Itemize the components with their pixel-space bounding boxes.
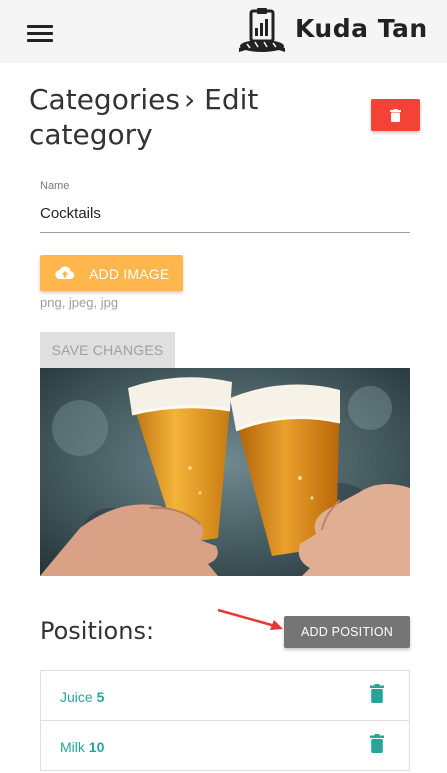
position-price: 10 — [88, 739, 105, 755]
positions-list: Juice 5 Milk 10 — [40, 670, 410, 771]
file-types-hint: png, jpeg, jpg — [40, 295, 119, 310]
category-image — [40, 368, 410, 576]
trash-icon — [390, 108, 401, 122]
position-name[interactable]: Milk 10 — [60, 739, 104, 755]
navbar: Kuda Tan — [0, 0, 447, 63]
list-item[interactable]: Milk 10 — [41, 721, 409, 771]
add-position-button[interactable]: ADD POSITION — [284, 616, 410, 648]
position-price: 5 — [96, 689, 105, 705]
trash-icon[interactable] — [370, 684, 384, 703]
brand-name[interactable]: Kuda Tan — [295, 14, 428, 43]
positions-title: Positions: — [40, 617, 155, 645]
logo-icon[interactable] — [237, 8, 287, 54]
red-arrow-icon — [217, 608, 283, 630]
add-image-label: ADD IMAGE — [89, 266, 170, 282]
breadcrumb-categories-link[interactable]: Categories — [29, 83, 180, 116]
breadcrumb-separator: › — [183, 83, 196, 116]
trash-icon[interactable] — [370, 734, 384, 753]
delete-category-button[interactable] — [371, 99, 420, 131]
breadcrumb: Categories › Edit category — [29, 82, 319, 152]
save-changes-button[interactable]: SAVE CHANGES — [40, 332, 175, 368]
position-name[interactable]: Juice 5 — [60, 689, 104, 705]
name-field-label: Name — [40, 180, 70, 192]
list-item[interactable]: Juice 5 — [41, 671, 409, 721]
cloud-upload-icon — [55, 266, 75, 280]
hamburger-menu-icon[interactable] — [27, 25, 53, 43]
name-input[interactable] — [40, 200, 410, 233]
add-image-button[interactable]: ADD IMAGE — [40, 255, 183, 291]
